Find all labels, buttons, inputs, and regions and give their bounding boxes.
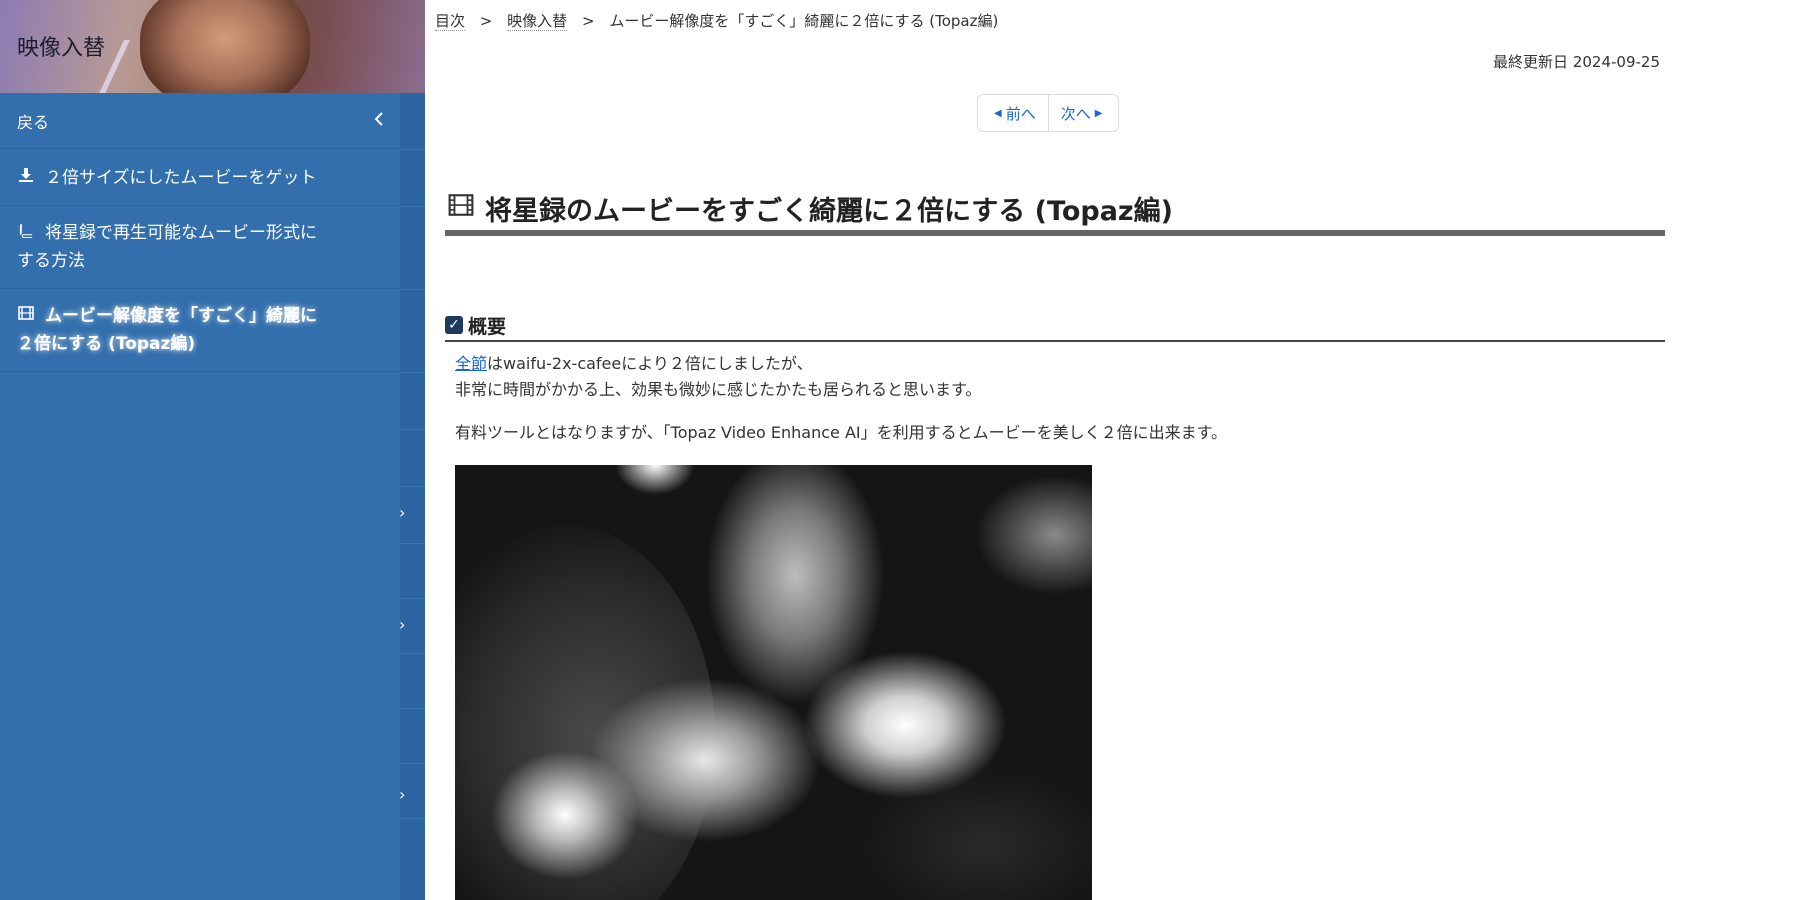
breadcrumb-current: ムービー解像度を「すごく」綺麗に２倍にする (Topaz編) <box>609 12 999 30</box>
site-title[interactable]: 映像入替 <box>17 30 105 62</box>
paragraph-topaz: 有料ツールとはなりますが、「Topaz Video Enhance AI」を利用… <box>455 423 1228 442</box>
paragraph-text: 非常に時間がかかる上、効果も微妙に感じたかたも居られると思います。 <box>455 380 982 399</box>
sidebar-item-label: 将星録で再生可能なムービー形式に <box>45 223 317 243</box>
section-heading: ✓ 概要 <box>445 310 1665 342</box>
breadcrumb-separator: > <box>581 12 595 30</box>
prev-button[interactable]: ◀ 前へ <box>978 95 1048 131</box>
pager: ◀ 前へ 次へ ▶ <box>977 94 1120 132</box>
film-icon <box>17 302 35 330</box>
sidebar-item-get-2x-movie[interactable]: ２倍サイズにしたムービーをゲット <box>0 150 400 206</box>
previous-section-link[interactable]: 全節 <box>455 354 487 373</box>
rail-divider <box>400 598 425 599</box>
chevron-right-icon[interactable]: › <box>399 785 405 804</box>
sidebar-item-label-line2: ２倍にする (Topaz編) <box>17 334 196 354</box>
movie-screenshot-image <box>455 465 1092 900</box>
rail-divider <box>400 763 425 764</box>
last-updated-date: 最終更新日 2024-09-25 <box>1493 53 1660 71</box>
rail-divider <box>400 653 425 654</box>
paragraph-intro: 全節はwaifu-2x-cafeeにより２倍にしましたが、 非常に時間がかかる上… <box>455 351 981 403</box>
rail-divider <box>400 486 425 487</box>
rail-divider <box>400 818 425 819</box>
breadcrumb-separator: > <box>479 12 493 30</box>
sidebar-header-banner[interactable]: 映像入替 <box>0 0 425 93</box>
sidebar-item-label: ムービー解像度を「すごく」綺麗に <box>45 306 317 326</box>
chevron-right-icon[interactable]: › <box>399 503 405 522</box>
page-title-text: 将星録のムービーをすごく綺麗に２倍にする (Topaz編) <box>485 195 1173 227</box>
sidebar-item-topaz-upscale[interactable]: ムービー解像度を「すごく」綺麗に ２倍にする (Topaz編) <box>0 290 400 372</box>
section-heading-text: 概要 <box>468 315 507 338</box>
film-icon <box>447 192 475 225</box>
main-content: 目次 > 映像入替 > ムービー解像度を「すごく」綺麗に２倍にする (Topaz… <box>425 0 1800 900</box>
rail-divider <box>400 543 425 544</box>
sidebar-back-button[interactable]: 戻る <box>0 93 400 149</box>
chevron-left-icon <box>374 111 384 130</box>
prev-label: 前へ <box>1005 104 1036 123</box>
sidebar-item-playable-format[interactable]: 将星録で再生可能なムービー形式に する方法 <box>0 207 400 289</box>
next-label: 次へ <box>1060 104 1091 123</box>
sidebar-item-label: ２倍サイズにしたムービーをゲット <box>45 167 317 188</box>
header-artwork-portrait <box>140 0 310 93</box>
book-icon <box>17 219 35 247</box>
breadcrumb-link-toc[interactable]: 目次 <box>435 12 466 31</box>
rail-divider <box>400 149 425 150</box>
paragraph-text: はwaifu-2x-cafeeにより２倍にしましたが、 <box>487 354 813 373</box>
back-label: 戻る <box>17 112 50 132</box>
caret-left-icon: ◀ <box>994 107 1002 119</box>
sidebar-collapsed-rail <box>400 93 425 900</box>
sidebar-item-label-line2: する方法 <box>17 251 85 271</box>
sidebar: 映像入替 戻る ２倍サイズにしたムービーをゲット 将星録で再生可能なムービー形式… <box>0 0 425 900</box>
rail-divider <box>400 206 425 207</box>
breadcrumb: 目次 > 映像入替 > ムービー解像度を「すごく」綺麗に２倍にする (Topaz… <box>435 10 998 31</box>
rail-divider <box>400 289 425 290</box>
breadcrumb-link-section[interactable]: 映像入替 <box>507 12 568 31</box>
rail-divider <box>400 429 425 430</box>
chevron-right-icon[interactable]: › <box>399 615 405 634</box>
rail-divider <box>400 708 425 709</box>
page-title: 将星録のムービーをすごく綺麗に２倍にする (Topaz編) <box>445 186 1665 236</box>
download-icon <box>17 164 35 192</box>
next-button[interactable]: 次へ ▶ <box>1047 95 1119 131</box>
caret-right-icon: ▶ <box>1094 107 1103 119</box>
rail-divider <box>400 372 425 373</box>
checkbox-checked-icon: ✓ <box>445 316 463 334</box>
